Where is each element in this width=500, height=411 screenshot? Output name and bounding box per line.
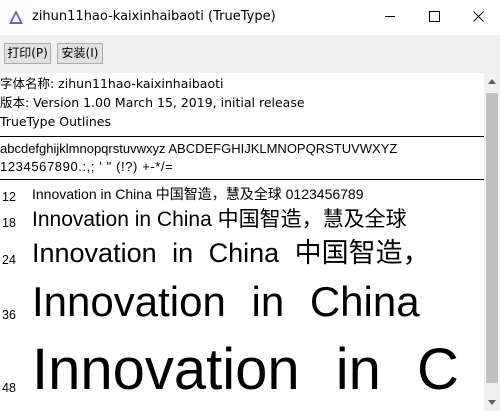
size-label-48: 48 [2, 381, 16, 395]
divider-bottom [0, 179, 484, 180]
preview-36: Innovation in China [32, 278, 420, 325]
preview-24: Innovation in China 中国智造， [32, 238, 430, 268]
print-button[interactable]: 打印(P) [4, 43, 51, 64]
maximize-icon [428, 11, 440, 22]
preview-12: Innovation in China 中国智造，慧及全球 0123456789 [32, 186, 364, 202]
window-title: zihun11hao-kaixinhaibaoti (TrueType) [32, 9, 276, 24]
font-viewer-icon [9, 10, 23, 24]
vertical-scrollbar[interactable] [484, 73, 500, 411]
toolbar: 打印(P) 安装(I) [0, 35, 500, 73]
title-bar: zihun11hao-kaixinhaibaoti (TrueType) [0, 0, 500, 35]
font-name-label: 字体名称: zihun11hao-kaixinhaibaoti [0, 76, 224, 91]
size-label-12: 12 [2, 190, 16, 204]
size-label-24: 24 [2, 253, 16, 267]
alphabet-sample: abcdefghijklmnopqrstuvwxyz ABCDEFGHIJKLM… [0, 141, 398, 156]
digits-sample: 1234567890.:,; ' " (!?) +-*/= [0, 159, 174, 174]
font-preview-pane: 字体名称: zihun11hao-kaixinhaibaoti 版本: Vers… [0, 73, 484, 411]
divider-top [0, 136, 484, 137]
preview-48: Innovation in C [32, 337, 459, 402]
scrollbar-thumb[interactable] [486, 93, 498, 383]
minimize-icon [385, 16, 395, 17]
maximize-button[interactable] [412, 0, 456, 33]
arrow-down-icon[interactable] [488, 400, 496, 405]
version-label: 版本: Version 1.00 March 15, 2019, initial… [0, 95, 305, 110]
install-button[interactable]: 安装(I) [57, 43, 103, 64]
outline-type-label: TrueType Outlines [0, 114, 111, 129]
minimize-button[interactable] [368, 0, 412, 33]
size-label-18: 18 [2, 216, 16, 230]
close-button[interactable] [456, 0, 500, 33]
preview-18: Innovation in China 中国智造，慧及全球 [32, 208, 407, 231]
size-label-36: 36 [2, 308, 16, 322]
close-icon [472, 11, 484, 22]
arrow-up-icon[interactable] [488, 79, 496, 84]
